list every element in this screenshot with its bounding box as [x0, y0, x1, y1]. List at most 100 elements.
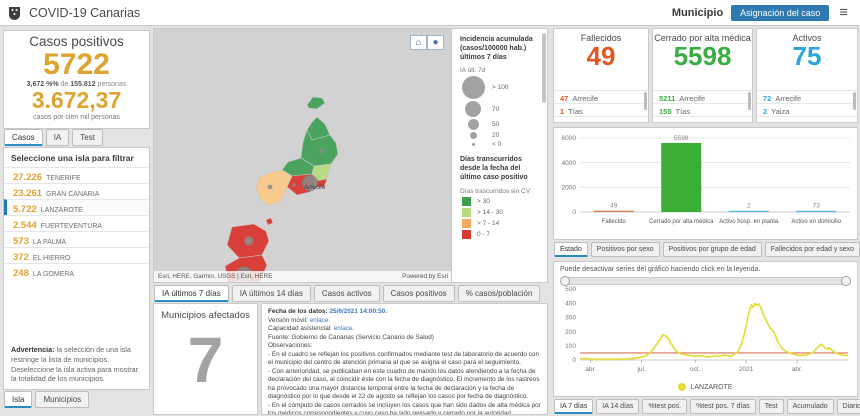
cerrado-total: 5598	[653, 43, 752, 70]
island-row-tenerife[interactable]: 27.226TENERIFE	[4, 167, 149, 183]
locate-icon[interactable]: ●	[427, 35, 444, 50]
list-item: 155Tías	[653, 103, 752, 116]
fallecidos-total: 49	[554, 43, 648, 70]
time-range-slider[interactable]	[562, 276, 849, 284]
tab-ia14[interactable]: IA 14 días	[596, 399, 639, 414]
tab-ia[interactable]: IA	[46, 129, 70, 146]
island-row-gran-canaria[interactable]: 23.261GRAN CANARIA	[4, 183, 149, 199]
island-row-el-hierro[interactable]: 372EL HIERRO	[4, 247, 149, 263]
tab-diario[interactable]: Diario	[837, 399, 860, 414]
legend-size-subtitle: IA últ. 7d	[460, 67, 539, 74]
tab-casos[interactable]: Casos	[4, 129, 43, 146]
slider-handle-right[interactable]	[841, 276, 851, 286]
map-legend-panel: Incidencia acumulada (casos/100000 hab.)…	[451, 29, 547, 282]
fallecidos-list: 47Arrecife 1Tías 1Haría 0San Bartolomé	[554, 90, 648, 121]
tab-positivos-sexo[interactable]: Positivos por sexo	[591, 242, 660, 257]
list-item: 47Arrecife	[554, 90, 648, 103]
list-item: 1Tías	[757, 116, 857, 121]
asignacion-del-caso-button[interactable]: Asignación del caso	[731, 5, 829, 21]
activos-card: Activos 75 72Arrecife 2Yaiza 1Tías 0San …	[756, 28, 858, 123]
estado-tabs: Estado Positivos por sexo Positivos por …	[554, 242, 860, 257]
list-scrollbar[interactable]	[644, 92, 647, 110]
chart-legend[interactable]: LANZAROTE	[554, 383, 857, 391]
slider-track[interactable]	[562, 277, 849, 285]
notes-card: Fecha de los datos: 25/6/2021 14:00:50. …	[261, 303, 548, 415]
line-chart-tabs: IA 7 días IA 14 días %test pos. %test po…	[554, 399, 860, 414]
list-item: 74Teguise	[653, 116, 752, 121]
svg-text:abr.: abr.	[585, 366, 596, 373]
legend-days-title: Días transcurridos desde la fecha del úl…	[460, 155, 539, 182]
svg-text:6000: 6000	[562, 135, 577, 142]
tab-casos-activos[interactable]: Casos activos	[314, 285, 380, 302]
island-filter-header: Seleccione una isla para filtrar	[4, 148, 149, 167]
svg-text:Cerrado por alta médica: Cerrado por alta médica	[649, 219, 714, 225]
home-extent-icon[interactable]: ⌂	[410, 35, 427, 50]
map-symbol-yaiza	[268, 185, 273, 190]
map-card: Arrecife ⌂ ● Esri, HERE, Garmin, USGS | …	[153, 28, 548, 283]
tab-ia-14-dias[interactable]: IA últimos 14 días	[232, 285, 311, 302]
ia-line-chart-card: Puede desactivar series del gráfico haci…	[553, 261, 858, 397]
list-scrollbar[interactable]	[853, 92, 856, 110]
svg-text:100: 100	[565, 343, 576, 350]
list-item: 72Arrecife	[757, 90, 857, 103]
svg-text:0: 0	[572, 357, 576, 364]
casos-rate: 3.672,37	[4, 88, 149, 113]
tab-positivos-edad[interactable]: Positivos por grupo de edad	[663, 242, 762, 257]
tab-test-pos-7[interactable]: %test pos. 7 días	[690, 399, 756, 414]
map-tabs: IA últimos 7 días IA últimos 14 días Cas…	[154, 285, 540, 302]
municipios-afectados-value: 7	[154, 321, 257, 399]
svg-text:2000: 2000	[562, 185, 577, 192]
map-city-label: Arrecife	[304, 184, 326, 191]
tab-ia7[interactable]: IA 7 días	[554, 399, 593, 414]
island-row-lanzarote[interactable]: 5.722LANZAROTE	[4, 199, 149, 215]
municipios-afectados-title: Municipios afectados	[154, 310, 257, 321]
attribution-text: Esri, HERE, Garmin, USGS | Esri, HERE	[158, 273, 272, 280]
svg-text:5598: 5598	[674, 135, 689, 142]
data-date: 25/6/2021 14:00:50.	[329, 308, 387, 315]
tab-isla[interactable]: Isla	[4, 391, 32, 408]
tab-test-pos[interactable]: %test pos.	[642, 399, 687, 414]
svg-text:Activo en domicilio: Activo en domicilio	[791, 219, 841, 225]
estado-bar-chart: 020004000600049Fallecido5598Cerrado por …	[554, 128, 857, 239]
menu-icon[interactable]: ≡	[839, 8, 848, 18]
list-scrollbar[interactable]	[748, 92, 751, 110]
legend-days-subtitle: Días trascurridos sin CV	[460, 188, 539, 195]
tab-casos-positivos[interactable]: Casos positivos	[383, 285, 455, 302]
activos-total: 75	[757, 43, 857, 70]
map-canvas[interactable]: Arrecife	[154, 29, 452, 282]
slider-handle-left[interactable]	[560, 276, 570, 286]
legend-scrollbar[interactable]	[542, 33, 546, 103]
lanzarote-legend-label[interactable]: LANZAROTE	[690, 384, 732, 391]
tab-acumulado[interactable]: Acumulado	[787, 399, 834, 414]
canarias-logo-icon	[8, 5, 21, 20]
island-municipio-tabs: Isla Municipios	[4, 391, 89, 408]
island-warning: Advertencia: la selección de una isla re…	[11, 345, 143, 384]
tab-ia-7-dias[interactable]: IA últimos 7 días	[154, 285, 229, 302]
svg-text:2: 2	[747, 203, 751, 210]
map-attribution: Esri, HERE, Garmin, USGS | Esri, HERE Po…	[154, 271, 452, 282]
tab-casos-poblacion[interactable]: % casos/población	[458, 285, 541, 302]
tab-estado[interactable]: Estado	[554, 242, 588, 257]
svg-text:oct.: oct.	[690, 366, 701, 373]
tab-fallecidos-edad-sexo[interactable]: Fallecidos por edad y sexo	[765, 242, 860, 257]
lanzarote-legend-dot[interactable]	[678, 383, 686, 391]
island-row-la-gomera[interactable]: 248LA GOMERA	[4, 263, 149, 279]
svg-text:0: 0	[572, 209, 576, 216]
svg-text:73: 73	[813, 203, 821, 210]
island-row-fuerteventura[interactable]: 2.544FUERTEVENTURA	[4, 215, 149, 231]
capacity-link[interactable]: enlace.	[334, 325, 355, 332]
dashboard: COVID-19 Canarias Municipio Asignación d…	[0, 0, 860, 416]
list-item: 5211Arrecife	[653, 90, 752, 103]
island-row-la-palma[interactable]: 573LA PALMA	[4, 231, 149, 247]
app-title: COVID-19 Canarias	[29, 6, 140, 20]
map-symbol-la-oliva	[245, 237, 254, 246]
tab-test[interactable]: Test	[72, 129, 103, 146]
svg-text:300: 300	[565, 315, 576, 322]
list-item: 1Tías	[554, 103, 648, 116]
tab-test[interactable]: Test	[759, 399, 784, 414]
tab-municipios[interactable]: Municipios	[35, 391, 89, 408]
svg-text:jul.: jul.	[636, 366, 646, 373]
mobile-version-link[interactable]: enlace.	[310, 317, 331, 324]
fallecidos-card: Fallecidos 49 47Arrecife 1Tías 1Haría 0S…	[553, 28, 649, 123]
casos-positivos-card: Casos positivos 5722 3,672 %% de 155.812…	[3, 30, 150, 129]
